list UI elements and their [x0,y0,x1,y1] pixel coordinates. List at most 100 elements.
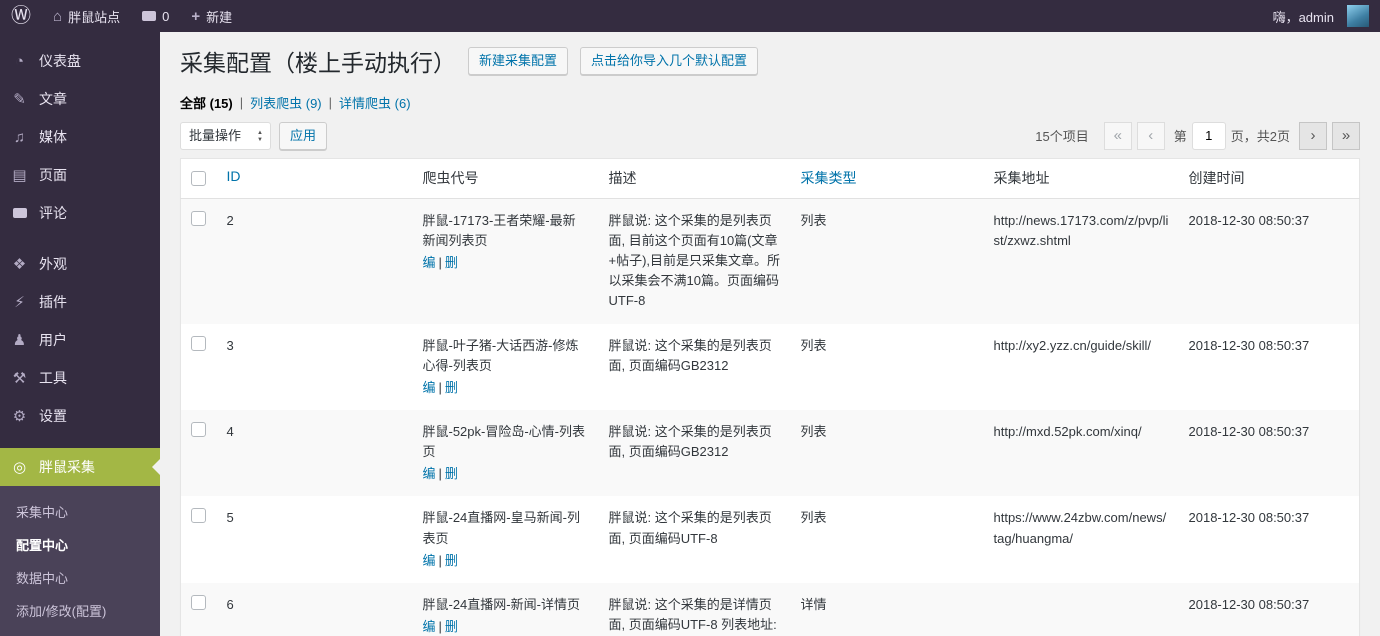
items-count: 15个项目 [1035,129,1089,145]
sidebar-item-pages[interactable]: ▤ 页面 [0,156,160,194]
row-checkbox[interactable] [191,422,206,438]
row-checkbox[interactable] [191,210,206,226]
sidebar-top-block: ◔ 仪表盘 ✎ 文章 ♫ 媒体 ▤ 页面 评论 ❖ 外观 ⚡ 插件 ♟ 用户 ⚒… [0,32,160,486]
sidebar-item-label: 仪表盘 [39,53,81,69]
filter-detail-crawlers[interactable]: 详情爬虫 (6) [339,96,411,111]
new-config-button[interactable]: 新建采集配置 [468,47,569,76]
delete-link[interactable]: 删 [445,619,458,634]
filter-separator: | [239,94,244,110]
import-defaults-button[interactable]: 点击给你导入几个默认配置 [580,47,759,76]
submenu-item-collect-center[interactable]: 采集中心 [0,495,160,528]
comment-count: 0 [162,8,170,24]
sidebar-item-users[interactable]: ♟ 用户 [0,321,160,359]
greeting: 嗨，admin [1272,9,1334,25]
delete-link[interactable]: 删 [445,255,458,270]
delete-link[interactable]: 删 [445,466,458,481]
sidebar-item-label: 外观 [39,256,67,272]
cell-description: 胖鼠说: 这个采集的是详情页面, 页面编码UTF-8 列表地址: https:/… [608,596,777,632]
cell-description: 胖鼠说: 这个采集的是列表页面, 页面编码GB2312 [608,424,772,460]
edit-link[interactable]: 编 [423,619,436,634]
row-checkbox[interactable] [191,594,206,610]
sidebar-item-dashboard[interactable]: ◔ 仪表盘 [0,42,160,80]
cell-description: 胖鼠说: 这个采集的是列表页面, 页面编码UTF-8 [608,510,772,546]
sidebar-item-comments[interactable]: 评论 [0,194,160,232]
dashboard-icon: ◔ [14,52,25,70]
cell-id: 4 [226,424,234,440]
sidebar-item-fatrat-collect[interactable]: ◎ 胖鼠采集 [0,448,160,486]
next-page-button[interactable]: › [1299,121,1327,150]
column-header-crawler-name: 爬虫代号 [412,158,599,199]
submenu-item-config-center[interactable]: 配置中心 [0,528,160,561]
cell-url: http://news.17173.com/z/pvp/list/zxwz.sh… [993,212,1169,249]
bulk-action-dropdown[interactable]: 批量操作 [180,121,271,150]
cell-created: 2018-12-30 08:50:37 [1188,337,1310,353]
sidebar-item-plugins[interactable]: ⚡ 插件 [0,283,160,321]
my-account-menu[interactable]: 嗨，admin [1262,0,1380,32]
menu-separator [0,435,160,448]
cell-crawler-name: 胖鼠-52pk-冒险岛-心情-列表页 [422,424,586,460]
sidebar-item-label: 胖鼠采集 [39,459,95,475]
sidebar-item-tools[interactable]: ⚒ 工具 [0,359,160,397]
cell-crawler-name: 胖鼠-叶子猪-大话西游-修炼心得-列表页 [422,337,579,373]
appearance-icon: ❖ [12,256,27,273]
edit-link[interactable]: 编 [423,553,436,568]
menu-separator [0,232,160,245]
site-menu[interactable]: ⌂ 胖鼠站点 [42,0,131,32]
submenu-item-add-modify-config[interactable]: 添加/修改(配置) [0,594,160,627]
column-header-id[interactable]: ID [216,158,413,199]
edit-link[interactable]: 编 [423,255,436,270]
page-label-prefix: 第 [1173,129,1187,145]
cell-created: 2018-12-30 08:50:37 [1188,596,1310,612]
cell-id: 2 [226,212,234,228]
cell-created: 2018-12-30 08:50:37 [1188,510,1310,526]
sidebar-item-settings[interactable]: ⚙ 设置 [0,397,160,435]
sidebar-item-appearance[interactable]: ❖ 外观 [0,245,160,283]
settings-icon: ⚙ [12,408,27,425]
cell-type: 列表 [800,510,827,526]
sidebar-item-media[interactable]: ♫ 媒体 [0,118,160,156]
first-page-button[interactable]: « [1103,121,1132,150]
sidebar-item-posts[interactable]: ✎ 文章 [0,80,160,118]
new-content-menu[interactable]: + 新建 [180,0,243,32]
filter-all[interactable]: 全部 (15) [180,96,233,111]
sidebar: ◔ 仪表盘 ✎ 文章 ♫ 媒体 ▤ 页面 评论 ❖ 外观 ⚡ 插件 ♟ 用户 ⚒… [0,32,160,636]
last-page-button[interactable]: » [1332,121,1360,150]
cell-type: 列表 [800,337,827,353]
apply-button[interactable]: 应用 [279,121,328,150]
sidebar-item-label: 文章 [39,91,67,107]
table-row: 5 胖鼠-24直播网-皇马新闻-列表页 编 | 删 胖鼠说: 这个采集的是列表页面,… [181,496,1360,582]
sidebar-item-label: 页面 [39,167,67,183]
users-icon: ♟ [12,332,27,349]
row-checkbox[interactable] [191,335,206,351]
comments-bubble-icon [142,11,157,21]
cell-url: http://mxd.52pk.com/xinq/ [993,424,1142,440]
avatar [1347,5,1369,27]
edit-link[interactable]: 编 [423,380,436,395]
admin-bar: Ⓦ ⌂ 胖鼠站点 0 + 新建 嗨，admin [0,0,1380,32]
comments-menu[interactable]: 0 [131,0,180,32]
row-checkbox[interactable] [191,508,206,524]
filter-links: 全部 (15) | 列表爬虫 (9) | 详情爬虫 (6) [180,93,1360,112]
delete-link[interactable]: 删 [445,553,458,568]
select-all-checkbox[interactable] [191,170,206,186]
cell-type: 详情 [800,596,827,612]
sidebar-item-label: 工具 [39,370,67,386]
prev-page-button[interactable]: ‹ [1136,121,1165,150]
cell-id: 5 [226,510,234,526]
cell-created: 2018-12-30 08:50:37 [1188,212,1310,228]
comments-icon [10,205,29,222]
cell-url: https://www.24zbw.com/news/tag/huangma/ [993,510,1167,546]
column-header-collect-type[interactable]: 采集类型 [790,158,984,199]
submenu-item-data-center[interactable]: 数据中心 [0,561,160,594]
edit-link[interactable]: 编 [423,466,436,481]
table-row: 4 胖鼠-52pk-冒险岛-心情-列表页 编 | 删 胖鼠说: 这个采集的是列表页面… [180,410,1360,497]
home-icon: ⌂ [53,7,63,25]
wordpress-menu[interactable]: Ⓦ [0,0,42,32]
delete-link[interactable]: 删 [445,380,458,395]
filter-list-crawlers[interactable]: 列表爬虫 (9) [250,96,322,111]
filter-separator: | [328,94,333,110]
new-label: 新建 [206,9,233,25]
table-row: 2 胖鼠-17173-王者荣耀-最新新闻列表页 编 | 删 胖鼠说: 这个采集的是列… [180,198,1360,324]
current-page-input[interactable] [1191,121,1226,150]
cell-id: 6 [226,596,234,612]
